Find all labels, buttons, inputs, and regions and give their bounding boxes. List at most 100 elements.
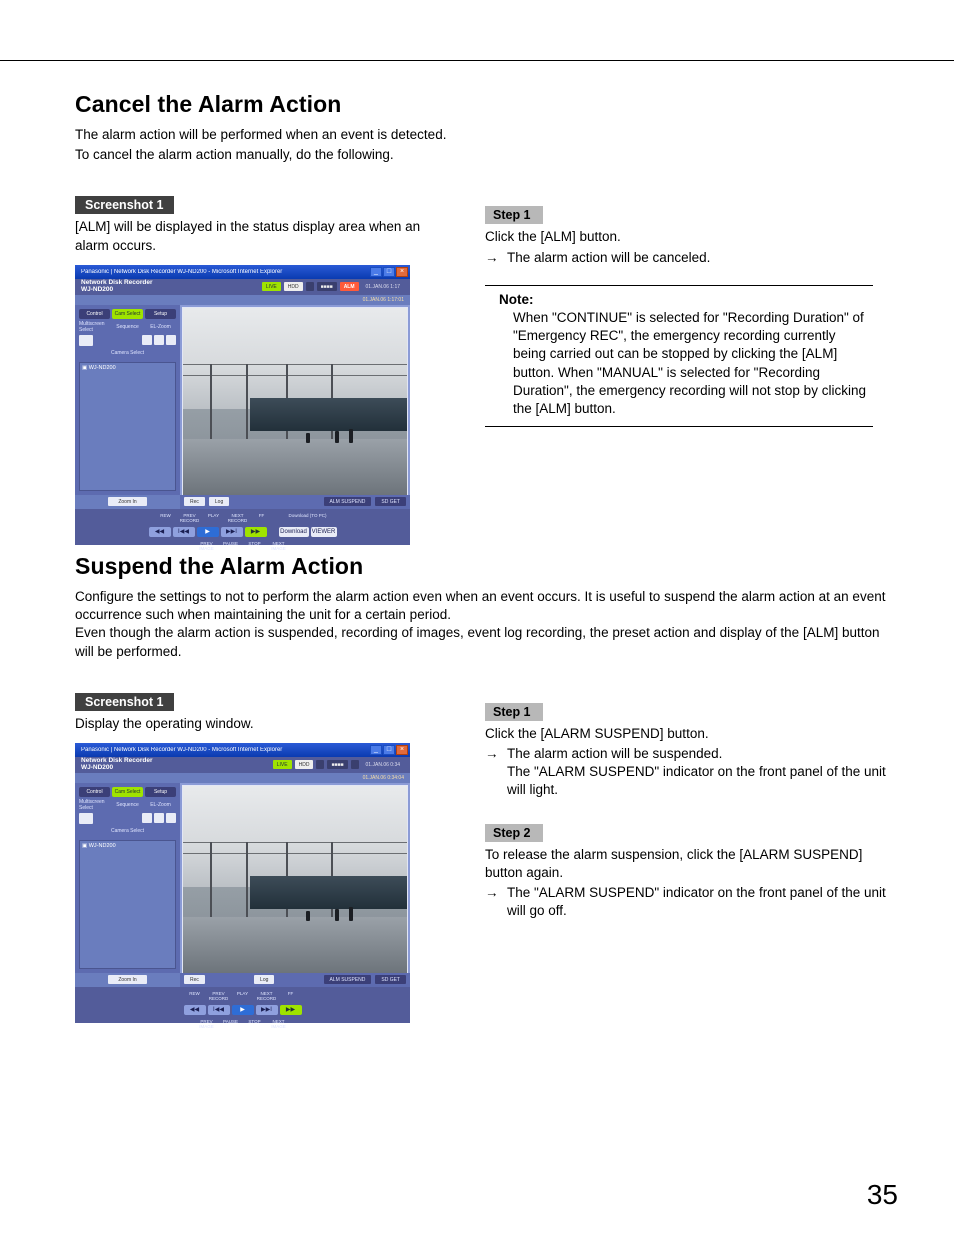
side-control-tab[interactable]: Control xyxy=(79,787,110,797)
maximize-icon[interactable]: □ xyxy=(383,745,395,755)
mock2-header: Network Disk Recorder WJ-ND200 LIVE HDD … xyxy=(75,757,410,773)
side-seq-label: Sequence xyxy=(112,322,143,332)
section2-intro: Configure the settings to not to perform… xyxy=(75,588,894,661)
section1-step1-result-row: → The alarm action will be canceled. xyxy=(485,249,894,267)
tree-root[interactable]: ▣ WJ-ND200 xyxy=(82,365,173,371)
side-setup-tab[interactable]: Setup xyxy=(145,309,176,319)
section1-screenshot: Panasonic | Network Disk Recorder WJ-ND2… xyxy=(75,265,410,523)
alarm-suspend-button[interactable]: ALM SUSPEND xyxy=(324,975,372,984)
next-record-button[interactable]: ▶▶I xyxy=(256,1005,278,1015)
viewer-button[interactable]: VIEWER xyxy=(311,527,337,537)
mock2-footer-row1: Zoom In Rec Log ALM SUSPEND SD GET xyxy=(75,973,410,987)
zoom-x2-button[interactable] xyxy=(154,335,164,345)
mock2-titlebar: Panasonic | Network Disk Recorder WJ-ND2… xyxy=(75,743,410,757)
mock-brand: Network Disk Recorder WJ-ND200 xyxy=(81,280,153,293)
section1-intro-line2: To cancel the alarm action manually, do … xyxy=(75,146,894,164)
zoom-x2-button[interactable] xyxy=(154,813,164,823)
note-title: Note: xyxy=(499,292,869,307)
zoom-x1-button[interactable] xyxy=(142,813,152,823)
mock2-sidebar: Control Cam Select Setup Multiscreen Sel… xyxy=(75,783,180,973)
section2-left: Screenshot 1 Display the operating windo… xyxy=(75,693,445,1001)
mock-playback-bar: REW PREV RECORD PLAY NEXT RECORD FF Down… xyxy=(75,509,410,545)
side-el-label: EL-Zoom xyxy=(145,322,176,332)
side-multi-label: Multiscreen Select xyxy=(79,322,110,332)
ff-button[interactable]: ▶▶ xyxy=(280,1005,302,1015)
section1-right: Step 1 Click the [ALM] button. → The ala… xyxy=(485,196,894,522)
status-ind2 xyxy=(351,760,359,769)
camera-tree[interactable]: ▣ WJ-ND200 xyxy=(79,362,176,491)
lbl-next-rec: NEXT RECORD xyxy=(227,513,249,523)
prev-record-button[interactable]: I◀◀ xyxy=(208,1005,230,1015)
multiscreen-button[interactable] xyxy=(79,335,93,346)
status-datetime: 01.JAN.06 1:17 xyxy=(362,282,404,291)
section2-step1-tag: Step 1 xyxy=(485,703,543,721)
alm-button[interactable]: ALM xyxy=(340,282,359,291)
minimize-icon[interactable]: _ xyxy=(370,267,382,277)
prev-record-button[interactable]: I◀◀ xyxy=(173,527,195,537)
camera-tree[interactable]: ▣ WJ-ND200 xyxy=(79,840,176,969)
sd-get-button[interactable]: SD GET xyxy=(375,497,406,506)
side-control-tab[interactable]: Control xyxy=(79,309,110,319)
zoom-x4-button[interactable] xyxy=(166,335,176,345)
maximize-icon[interactable]: □ xyxy=(383,267,395,277)
zoom-area: Zoom In xyxy=(75,973,180,987)
lbl-prev-image: PREV IMAGE xyxy=(196,1019,218,1029)
sd-get-button[interactable]: SD GET xyxy=(375,975,406,984)
status-hdd-chip: HDD xyxy=(295,760,314,769)
log-button[interactable]: Log xyxy=(254,975,274,984)
zoom-in-button[interactable]: Zoom In xyxy=(108,497,146,506)
doc-page: Cancel the Alarm Action The alarm action… xyxy=(0,0,954,1237)
minimize-icon[interactable]: _ xyxy=(370,745,382,755)
download-button[interactable]: Download xyxy=(279,527,309,537)
section1-title: Cancel the Alarm Action xyxy=(75,91,894,118)
lbl-play: PLAY xyxy=(203,513,225,523)
tree-root[interactable]: ▣ WJ-ND200 xyxy=(82,843,173,849)
section1-step1-text: Click the [ALM] button. xyxy=(485,228,894,246)
close-icon[interactable]: × xyxy=(396,745,408,755)
zoom-x1-button[interactable] xyxy=(142,335,152,345)
lbl-prev-rec: PREV RECORD xyxy=(208,991,230,1001)
arrow-icon: → xyxy=(485,745,507,800)
section2-right: Step 1 Click the [ALARM SUSPEND] button.… xyxy=(485,693,894,1001)
video-viewport[interactable] xyxy=(182,307,408,495)
side-camselect-tab[interactable]: Cam Select xyxy=(112,309,143,319)
rec-button[interactable]: Rec xyxy=(184,497,205,506)
rew-button[interactable]: ◀◀ xyxy=(149,527,171,537)
section2-step2-text: To release the alarm suspension, click t… xyxy=(485,846,894,882)
video-viewport[interactable] xyxy=(182,785,408,973)
section1-columns: Screenshot 1 [ALM] will be displayed in … xyxy=(75,196,894,522)
arrow-icon: → xyxy=(485,884,507,920)
zoom-in-button[interactable]: Zoom In xyxy=(108,975,146,984)
section1-step1-tag: Step 1 xyxy=(485,206,543,224)
mock2-status-area: LIVE HDD ■■■■ 01.JAN.06 0:34 xyxy=(159,760,404,769)
side-el-label: EL-Zoom xyxy=(145,800,176,810)
mock-body: Control Cam Select Setup Multiscreen Sel… xyxy=(75,305,410,495)
ff-button[interactable]: ▶▶ xyxy=(245,527,267,537)
play-button[interactable]: ▶ xyxy=(232,1005,254,1015)
mock-sidebar: Control Cam Select Setup Multiscreen Sel… xyxy=(75,305,180,495)
mock-brand-line2: WJ-ND200 xyxy=(81,286,113,293)
play-button[interactable]: ▶ xyxy=(197,527,219,537)
rew-button[interactable]: ◀◀ xyxy=(184,1005,206,1015)
close-icon[interactable]: × xyxy=(396,267,408,277)
lbl-rew: REW xyxy=(155,513,177,523)
mock-status-area: LIVE HDD ■■■■ ALM 01.JAN.06 1:17 xyxy=(159,282,404,291)
mock2-brand-line2: WJ-ND200 xyxy=(81,764,113,771)
zoom-area: Zoom In xyxy=(75,495,180,509)
side-multi-label: Multiscreen Select xyxy=(79,800,110,810)
alarm-suspend-button[interactable]: ALM SUSPEND xyxy=(324,497,372,506)
multiscreen-button[interactable] xyxy=(79,813,93,824)
rec-button[interactable]: Rec xyxy=(184,975,205,984)
side-setup-tab[interactable]: Setup xyxy=(145,787,176,797)
section2-step2-result: The "ALARM SUSPEND" indicator on the fro… xyxy=(507,884,894,920)
log-button[interactable]: Log xyxy=(209,497,229,506)
zoom-x4-button[interactable] xyxy=(166,813,176,823)
next-record-button[interactable]: ▶▶I xyxy=(221,527,243,537)
section1-intro-line1: The alarm action will be performed when … xyxy=(75,126,894,144)
section2-screenshot: Panasonic | Network Disk Recorder WJ-ND2… xyxy=(75,743,410,1001)
substatus-time2: 01.JAN.06 0:34:04 xyxy=(363,775,404,781)
side-camera-select-label: Camera Select xyxy=(79,349,176,357)
section1-screenshot-tag: Screenshot 1 xyxy=(75,196,174,214)
section2-columns: Screenshot 1 Display the operating windo… xyxy=(75,693,894,1001)
side-camselect-tab[interactable]: Cam Select xyxy=(112,787,143,797)
